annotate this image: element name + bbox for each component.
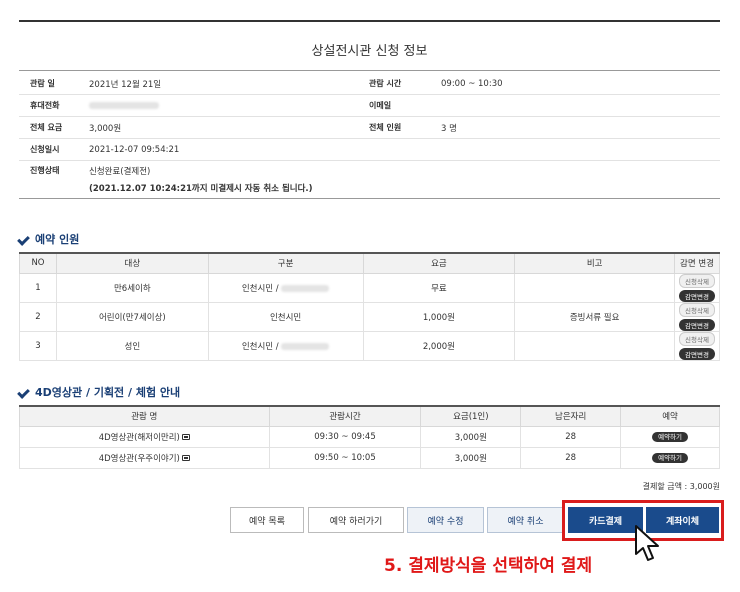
row-fee: 1,000원 (362, 301, 516, 332)
program-heading: 4D영상관 / 기획전 / 체험 안내 (19, 384, 180, 400)
view-time-label: 관람 시간 (369, 79, 402, 88)
view-date-label: 관람 일 (30, 79, 55, 88)
row-target: 성인 (55, 330, 209, 361)
discount-change-button[interactable]: 감면변경 (679, 289, 715, 302)
top-rule (19, 20, 720, 22)
phone-label: 휴대전화 (30, 101, 60, 110)
discount-change-button[interactable]: 감면변경 (679, 347, 715, 360)
apply-delete-button[interactable]: 신청삭제 (679, 331, 715, 346)
program-time: 09:50 ~ 10:05 (268, 446, 422, 469)
info-row-applied: 신청일시 2021-12-07 09:54:21 (19, 139, 720, 161)
col-program-fee: 요금(1인) (420, 405, 522, 427)
col-fee: 요금 (362, 252, 516, 274)
applied-at-label: 신청일시 (30, 145, 60, 154)
screen-icon (181, 434, 190, 440)
row-target: 만6세이하 (55, 272, 209, 303)
title-rule (19, 70, 720, 71)
cursor-pointer-icon (635, 525, 659, 561)
redacted-id (281, 284, 330, 292)
row-target: 어린이(만7세이상) (55, 301, 209, 332)
phone-redacted (89, 101, 159, 109)
check-icon (19, 387, 31, 397)
discount-change-button[interactable]: 감면변경 (679, 318, 715, 331)
info-row-fee: 전체 요금 3,000원 전체 인원 3 명 (19, 117, 720, 139)
program-fee: 3,000원 (420, 425, 522, 448)
page-title: 상설전시관 신청 정보 (311, 44, 428, 59)
table-header-row: 관람 명 관람시간 요금(1인) 남은자리 예약 (19, 405, 720, 427)
row-category: 인천시민 / (207, 330, 364, 361)
payment-total: 결제할 금액 : 3,000원 (642, 482, 720, 491)
program-seats: 28 (520, 425, 622, 448)
col-program-name: 관람 명 (19, 405, 270, 427)
email-label: 이메일 (369, 101, 392, 110)
row-note (514, 272, 676, 303)
table-row: 4D영상관(우주이야기) 09:50 ~ 10:05 3,000원 28 예약하… (19, 446, 720, 469)
program-heading-text: 4D영상관 / 기획전 / 체험 안내 (35, 386, 181, 399)
program-name: 4D영상관(해저이만리) (19, 425, 270, 448)
status-value: 신청완료(결제전) (89, 167, 151, 177)
reservation-heading-text: 예약 인원 (35, 233, 80, 246)
total-fee-label: 전체 요금 (30, 123, 63, 132)
view-date: 2021년 12월 21일 (89, 79, 162, 90)
table-header-row: NO 대상 구분 요금 비고 감면 변경 (19, 252, 720, 274)
table-row: 3 성인 인천시민 / 2,000원 신청삭제 감면변경 (19, 330, 720, 361)
col-note: 비고 (514, 252, 676, 274)
col-program-time: 관람시간 (268, 405, 422, 427)
edit-reservation-button[interactable]: 예약 수정 (407, 507, 484, 533)
row-no: 1 (19, 272, 57, 303)
row-fee: 2,000원 (362, 330, 516, 361)
col-target: 대상 (55, 252, 209, 274)
row-note (514, 330, 676, 361)
program-name: 4D영상관(우주이야기) (19, 446, 270, 469)
row-category: 인천시민 / (207, 272, 364, 303)
info-row-status: 진행상태 신청완료(결제전) (2021.12.07 10:24:21까지 미결… (19, 161, 720, 199)
application-info: 관람 일 2021년 12월 21일 관람 시간 09:00 ~ 10:30 휴… (19, 73, 720, 199)
program-time: 09:30 ~ 09:45 (268, 425, 422, 448)
reserve-button[interactable]: 예약하기 (652, 432, 689, 442)
auto-cancel-notice: (2021.12.07 10:24:21까지 미결제시 자동 취소 됩니다.) (89, 184, 313, 194)
go-reserve-button[interactable]: 예약 하러가기 (308, 507, 404, 533)
total-fee: 3,000원 (89, 123, 122, 134)
redacted-id (281, 342, 330, 350)
row-no: 3 (19, 330, 57, 361)
col-program-seats: 남은자리 (520, 405, 622, 427)
total-people-label: 전체 인원 (369, 123, 402, 132)
table-row: 1 만6세이하 인천시민 / 무료 신청삭제 감면변경 (19, 272, 720, 303)
program-seats: 28 (520, 446, 622, 469)
col-program-reserve: 예약 (620, 405, 720, 427)
total-people: 3 명 (441, 123, 457, 134)
status-label: 진행상태 (30, 166, 60, 175)
row-category: 인천시민 (207, 301, 364, 332)
row-no: 2 (19, 301, 57, 332)
table-row: 4D영상관(해저이만리) 09:30 ~ 09:45 3,000원 28 예약하… (19, 425, 720, 448)
row-fee: 무료 (362, 272, 516, 303)
reserve-button[interactable]: 예약하기 (652, 453, 689, 463)
col-discount: 감면 변경 (674, 252, 720, 274)
program-fee: 3,000원 (420, 446, 522, 469)
applied-at: 2021-12-07 09:54:21 (89, 144, 180, 155)
check-icon (19, 234, 31, 244)
table-row: 2 어린이(만7세이상) 인천시민 1,000원 증빙서류 필요 신청삭제 감면… (19, 301, 720, 332)
row-note: 증빙서류 필요 (514, 301, 676, 332)
apply-delete-button[interactable]: 신청삭제 (679, 273, 715, 288)
reservation-list-button[interactable]: 예약 목록 (230, 507, 304, 533)
cancel-reservation-button[interactable]: 예약 취소 (487, 507, 564, 533)
col-category: 구분 (207, 252, 364, 274)
info-row-date: 관람 일 2021년 12월 21일 관람 시간 09:00 ~ 10:30 (19, 73, 720, 95)
info-row-contact: 휴대전화 이메일 (19, 95, 720, 117)
instruction-caption: 5. 결제방식을 선택하여 결제 (384, 556, 593, 576)
col-no: NO (19, 252, 57, 274)
screen-icon (181, 455, 190, 461)
apply-delete-button[interactable]: 신청삭제 (679, 302, 715, 317)
view-time: 09:00 ~ 10:30 (441, 78, 503, 89)
reservation-table: NO 대상 구분 요금 비고 감면 변경 1 만6세이하 인천시민 / 무료 신… (19, 252, 720, 361)
program-table: 관람 명 관람시간 요금(1인) 남은자리 예약 4D영상관(해저이만리) 09… (19, 405, 720, 469)
reservation-heading: 예약 인원 (19, 231, 79, 247)
